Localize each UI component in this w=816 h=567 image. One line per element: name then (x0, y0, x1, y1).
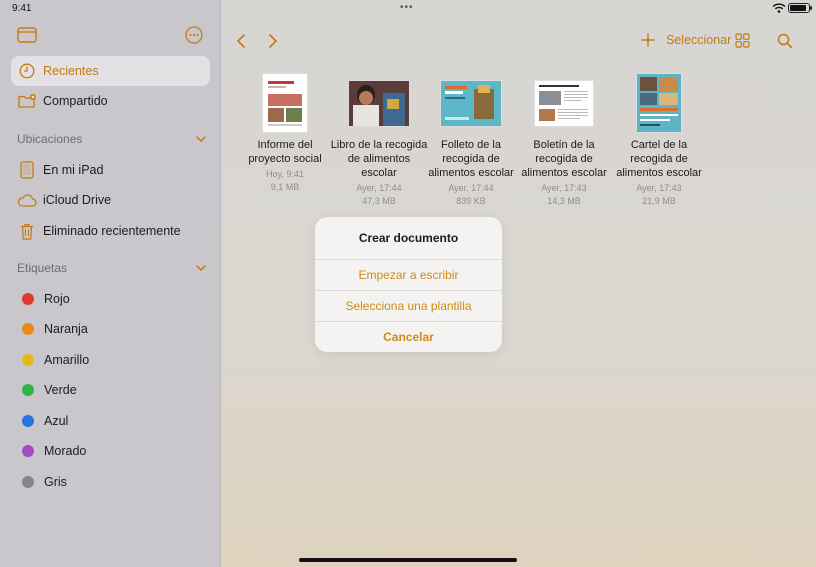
file-name: Libro de la recogida de alimentos escola… (330, 139, 428, 179)
battery-icon (788, 3, 812, 13)
sidebar-item-compartido[interactable]: Compartido (11, 86, 210, 116)
sidebar-item-label: Eliminado recientemente (43, 224, 181, 238)
file-size: 9,1 MB (270, 182, 300, 192)
multitasking-dots-icon[interactable]: ••• (400, 2, 414, 13)
start-writing-button[interactable]: Empezar a escribir (315, 259, 502, 289)
screen: Recientes Compartido Ubicaciones En mi i… (0, 0, 816, 567)
sidebar-tag-naranja[interactable]: Naranja (11, 314, 210, 344)
file-item-libro[interactable]: Libro de la recogida de alimentos escola… (329, 72, 429, 208)
file-size: 47,3 MB (362, 196, 396, 206)
file-date: Hoy, 9:41 (266, 169, 304, 179)
section-header-etiquetas[interactable]: Etiquetas (17, 259, 207, 277)
chevron-down-icon (196, 265, 206, 272)
tag-color-dot (22, 476, 34, 488)
trash-icon (17, 221, 37, 241)
sidebar-tag-gris[interactable]: Gris (11, 467, 210, 497)
shared-folder-icon (17, 91, 37, 111)
tag-color-dot (22, 415, 34, 427)
document-thumbnail (263, 74, 307, 132)
sidebar-tag-amarillo[interactable]: Amarillo (11, 345, 210, 375)
home-indicator[interactable] (299, 558, 517, 562)
status-time: 9:41 (12, 3, 32, 14)
sidebar-tag-azul[interactable]: Azul (11, 406, 210, 436)
file-name: Cartel de la recogida de alimentos escol… (616, 139, 702, 179)
document-thumbnail (441, 80, 501, 126)
wifi-icon (772, 3, 786, 13)
sidebar-item-en-mi-ipad[interactable]: En mi iPad (11, 155, 210, 185)
cloud-icon (17, 190, 37, 210)
file-date: Ayer, 17:44 (448, 183, 494, 193)
section-title: Etiquetas (17, 261, 68, 275)
sidebar-tag-morado[interactable]: Morado (11, 436, 210, 466)
status-bar: 9:41 ••• (0, 0, 816, 16)
document-thumbnail (637, 74, 681, 132)
sidebar-item-label: Recientes (43, 64, 99, 78)
file-date: Ayer, 17:43 (636, 183, 682, 193)
ipad-icon (17, 160, 37, 180)
sidebar-item-recientes[interactable]: Recientes (11, 56, 210, 86)
sidebar-top-bar (17, 26, 203, 47)
file-name: Informe del proyecto social (248, 139, 322, 165)
sidebar-item-label: Naranja (44, 322, 88, 336)
file-name: Folleto de la recogida de alimentos esco… (428, 139, 514, 179)
sidebar-tag-verde[interactable]: Verde (11, 375, 210, 405)
tag-color-dot (22, 293, 34, 305)
section-header-ubicaciones[interactable]: Ubicaciones (17, 130, 207, 148)
search-icon[interactable] (777, 33, 793, 49)
sidebar-item-label: En mi iPad (43, 163, 104, 177)
sidebar-item-label: Amarillo (44, 353, 90, 367)
sidebar-item-icloud-drive[interactable]: iCloud Drive (11, 185, 210, 215)
sidebar-tag-rojo[interactable]: Rojo (11, 284, 210, 314)
back-chevron-icon[interactable] (235, 33, 247, 49)
select-button[interactable]: Seleccionar (666, 33, 731, 47)
file-name: Boletín de la recogida de alimentos esco… (521, 139, 607, 179)
file-date: Ayer, 17:43 (541, 183, 587, 193)
sidebar-item-label: Azul (44, 414, 69, 428)
add-icon[interactable] (641, 33, 655, 47)
sidebar-item-label: Compartido (43, 94, 108, 108)
clock-icon (17, 61, 37, 81)
document-thumbnail (349, 80, 409, 126)
sidebar-item-eliminado-recientemente[interactable]: Eliminado recientemente (11, 216, 210, 246)
document-thumbnail (535, 80, 593, 126)
sidebar: Recientes Compartido Ubicaciones En mi i… (0, 0, 221, 567)
tag-color-dot (22, 384, 34, 396)
file-item-boletin[interactable]: Boletín de la recogida de alimentos esco… (514, 72, 614, 208)
file-browser: Seleccionar Informe del proyecto social … (222, 0, 816, 567)
file-item-cartel[interactable]: Cartel de la recogida de alimentos escol… (609, 72, 709, 208)
file-size: 21,9 MB (642, 196, 676, 206)
tag-color-dot (22, 323, 34, 335)
sidebar-toggle-icon[interactable] (17, 27, 37, 43)
dialog-title: Crear documento (358, 231, 459, 245)
sidebar-item-label: Morado (44, 444, 87, 458)
sidebar-item-label: Rojo (44, 292, 70, 306)
chevron-down-icon (196, 136, 206, 143)
file-size: 839 KB (456, 196, 486, 206)
file-size: 14,3 MB (547, 196, 581, 206)
forward-chevron-icon[interactable] (267, 33, 279, 49)
grid-view-icon[interactable] (735, 33, 750, 48)
sidebar-item-label: Verde (44, 383, 77, 397)
choose-template-button[interactable]: Selecciona una plantilla (315, 290, 502, 320)
sidebar-item-label: Gris (44, 475, 67, 489)
tag-color-dot (22, 354, 34, 366)
section-title: Ubicaciones (17, 132, 83, 146)
more-options-icon[interactable] (185, 26, 203, 44)
file-date: Ayer, 17:44 (356, 183, 402, 193)
tag-color-dot (22, 445, 34, 457)
cancel-button[interactable]: Cancelar (315, 321, 502, 351)
create-document-dialog: Crear documento Empezar a escribir Selec… (315, 217, 502, 352)
file-item-folleto[interactable]: Folleto de la recogida de alimentos esco… (421, 72, 521, 208)
sidebar-item-label: iCloud Drive (43, 193, 112, 207)
file-item-informe[interactable]: Informe del proyecto social Hoy, 9:41 9,… (235, 72, 335, 194)
